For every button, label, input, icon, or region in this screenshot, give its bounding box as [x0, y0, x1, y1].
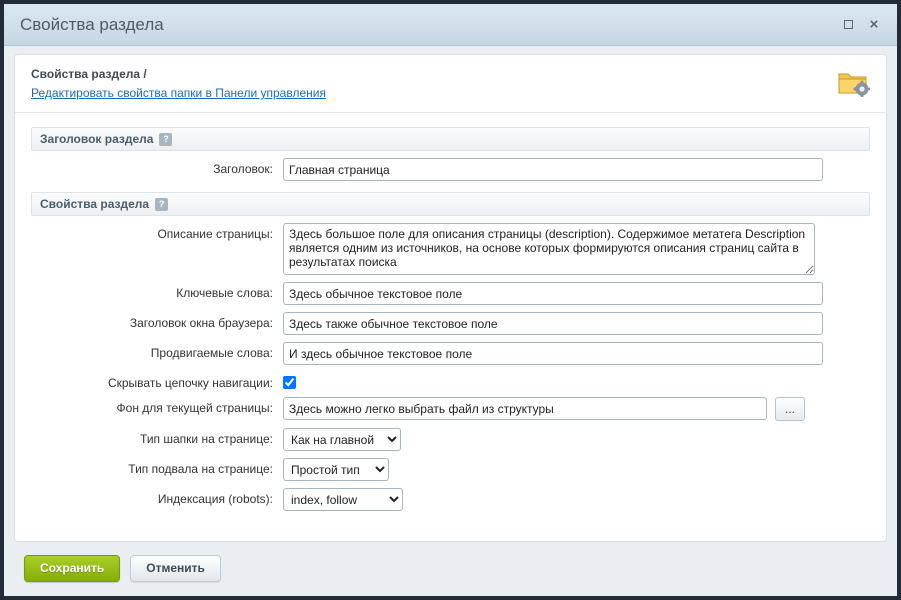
hide-breadcrumb-checkbox[interactable] — [283, 376, 296, 389]
row-robots: Индексация (robots): index, follow — [31, 488, 870, 511]
section-properties-dialog: Свойства раздела × Свойства раздела / Ре… — [0, 0, 901, 600]
help-icon[interactable]: ? — [159, 133, 172, 146]
folder-gear-icon[interactable] — [836, 67, 870, 97]
header-type-label: Тип шапки на странице: — [31, 428, 283, 446]
robots-select[interactable]: index, follow — [283, 488, 403, 511]
dialog-body: Свойства раздела / Редактировать свойств… — [4, 46, 897, 542]
save-button[interactable]: Сохранить — [24, 555, 120, 582]
section-title: Заголовок раздела — [40, 132, 153, 146]
title-label: Заголовок: — [31, 158, 283, 176]
minimize-icon[interactable] — [839, 16, 857, 34]
row-keywords: Ключевые слова: — [31, 282, 870, 305]
breadcrumb: Свойства раздела / Редактировать свойств… — [15, 55, 886, 113]
browse-file-button[interactable]: ... — [775, 397, 805, 421]
row-background-file: Фон для текущей страницы: ... — [31, 397, 870, 421]
section-header-properties: Свойства раздела ? — [31, 192, 870, 216]
footer-type-label: Тип подвала на странице: — [31, 458, 283, 476]
keywords-label: Ключевые слова: — [31, 282, 283, 300]
content-card: Свойства раздела / Редактировать свойств… — [14, 54, 887, 542]
footer-type-select[interactable]: Простой тип — [283, 458, 389, 481]
row-header-type: Тип шапки на странице: Как на главной — [31, 428, 870, 451]
row-title: Заголовок: — [31, 158, 870, 181]
dialog-titlebar: Свойства раздела × — [4, 4, 897, 46]
row-browser-title: Заголовок окна браузера: — [31, 312, 870, 335]
description-label: Описание страницы: — [31, 223, 283, 241]
dialog-footer: Сохранить Отменить — [4, 542, 897, 596]
cancel-button[interactable]: Отменить — [130, 555, 221, 582]
close-icon[interactable]: × — [865, 16, 883, 34]
edit-folder-properties-link[interactable]: Редактировать свойства папки в Панели уп… — [31, 86, 326, 100]
row-promoted-words: Продвигаемые слова: — [31, 342, 870, 365]
help-icon[interactable]: ? — [155, 198, 168, 211]
hide-breadcrumb-label: Скрывать цепочку навигации: — [31, 372, 283, 390]
dialog-title: Свойства раздела — [20, 15, 831, 35]
background-label: Фон для текущей страницы: — [31, 397, 283, 415]
row-hide-breadcrumb: Скрывать цепочку навигации: — [31, 372, 870, 390]
section-title: Свойства раздела — [40, 197, 149, 211]
promoted-words-label: Продвигаемые слова: — [31, 342, 283, 360]
breadcrumb-path: Свойства раздела / — [31, 67, 836, 81]
header-type-select[interactable]: Как на главной — [283, 428, 401, 451]
row-description: Описание страницы: Здесь большое поле дл… — [31, 223, 870, 275]
form-area: Заголовок раздела ? Заголовок: Свойства … — [15, 113, 886, 541]
keywords-input[interactable] — [283, 282, 823, 305]
section-header-title: Заголовок раздела ? — [31, 127, 870, 151]
browser-title-label: Заголовок окна браузера: — [31, 312, 283, 330]
background-input[interactable] — [283, 397, 767, 420]
description-textarea[interactable]: Здесь большое поле для описания страницы… — [283, 223, 815, 275]
browser-title-input[interactable] — [283, 312, 823, 335]
title-input[interactable] — [283, 158, 823, 181]
row-footer-type: Тип подвала на странице: Простой тип — [31, 458, 870, 481]
minimize-square-icon — [844, 20, 853, 29]
promoted-words-input[interactable] — [283, 342, 823, 365]
robots-label: Индексация (robots): — [31, 488, 283, 506]
